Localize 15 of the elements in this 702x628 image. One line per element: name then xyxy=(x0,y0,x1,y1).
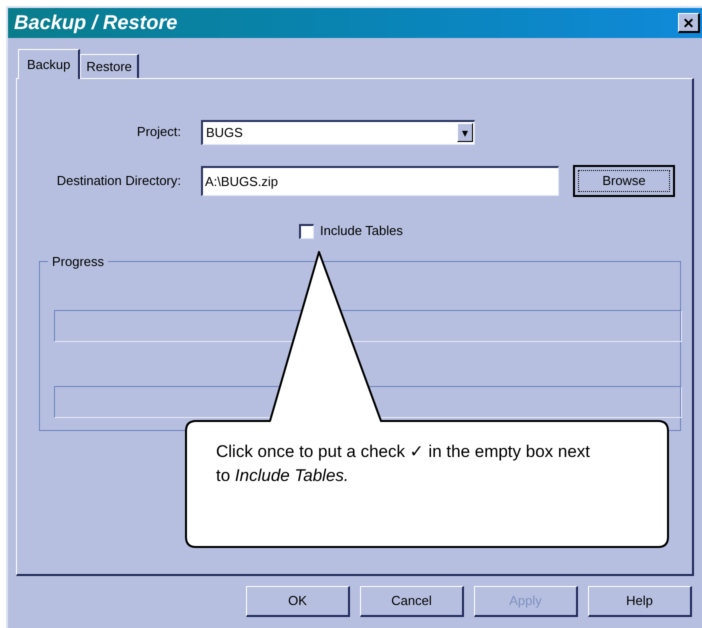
close-button[interactable]: × xyxy=(678,13,700,33)
window-title: Backup / Restore xyxy=(14,11,178,36)
dialog-button[interactable]: Cancel xyxy=(360,586,464,617)
checkbox[interactable] xyxy=(299,224,314,238)
callout-text: Click once to put a check ✓ in the empty box next to Include Tables. xyxy=(216,441,592,487)
checkbox-label[interactable]: Include Tables xyxy=(320,221,403,241)
destination-field[interactable]: A:\BUGS.zip xyxy=(201,166,559,196)
tab[interactable]: Restore xyxy=(80,54,139,78)
dialog-button[interactable]: Help xyxy=(588,586,692,617)
browse-button[interactable]: Browse xyxy=(573,165,675,197)
dialog-button[interactable]: OK xyxy=(246,586,350,617)
field-label: Destination Directory: xyxy=(56,172,181,190)
field-label: Project: xyxy=(136,123,181,142)
tab[interactable]: Backup xyxy=(18,49,80,79)
project-dropdown[interactable]: BUGS ▾ xyxy=(201,120,475,144)
